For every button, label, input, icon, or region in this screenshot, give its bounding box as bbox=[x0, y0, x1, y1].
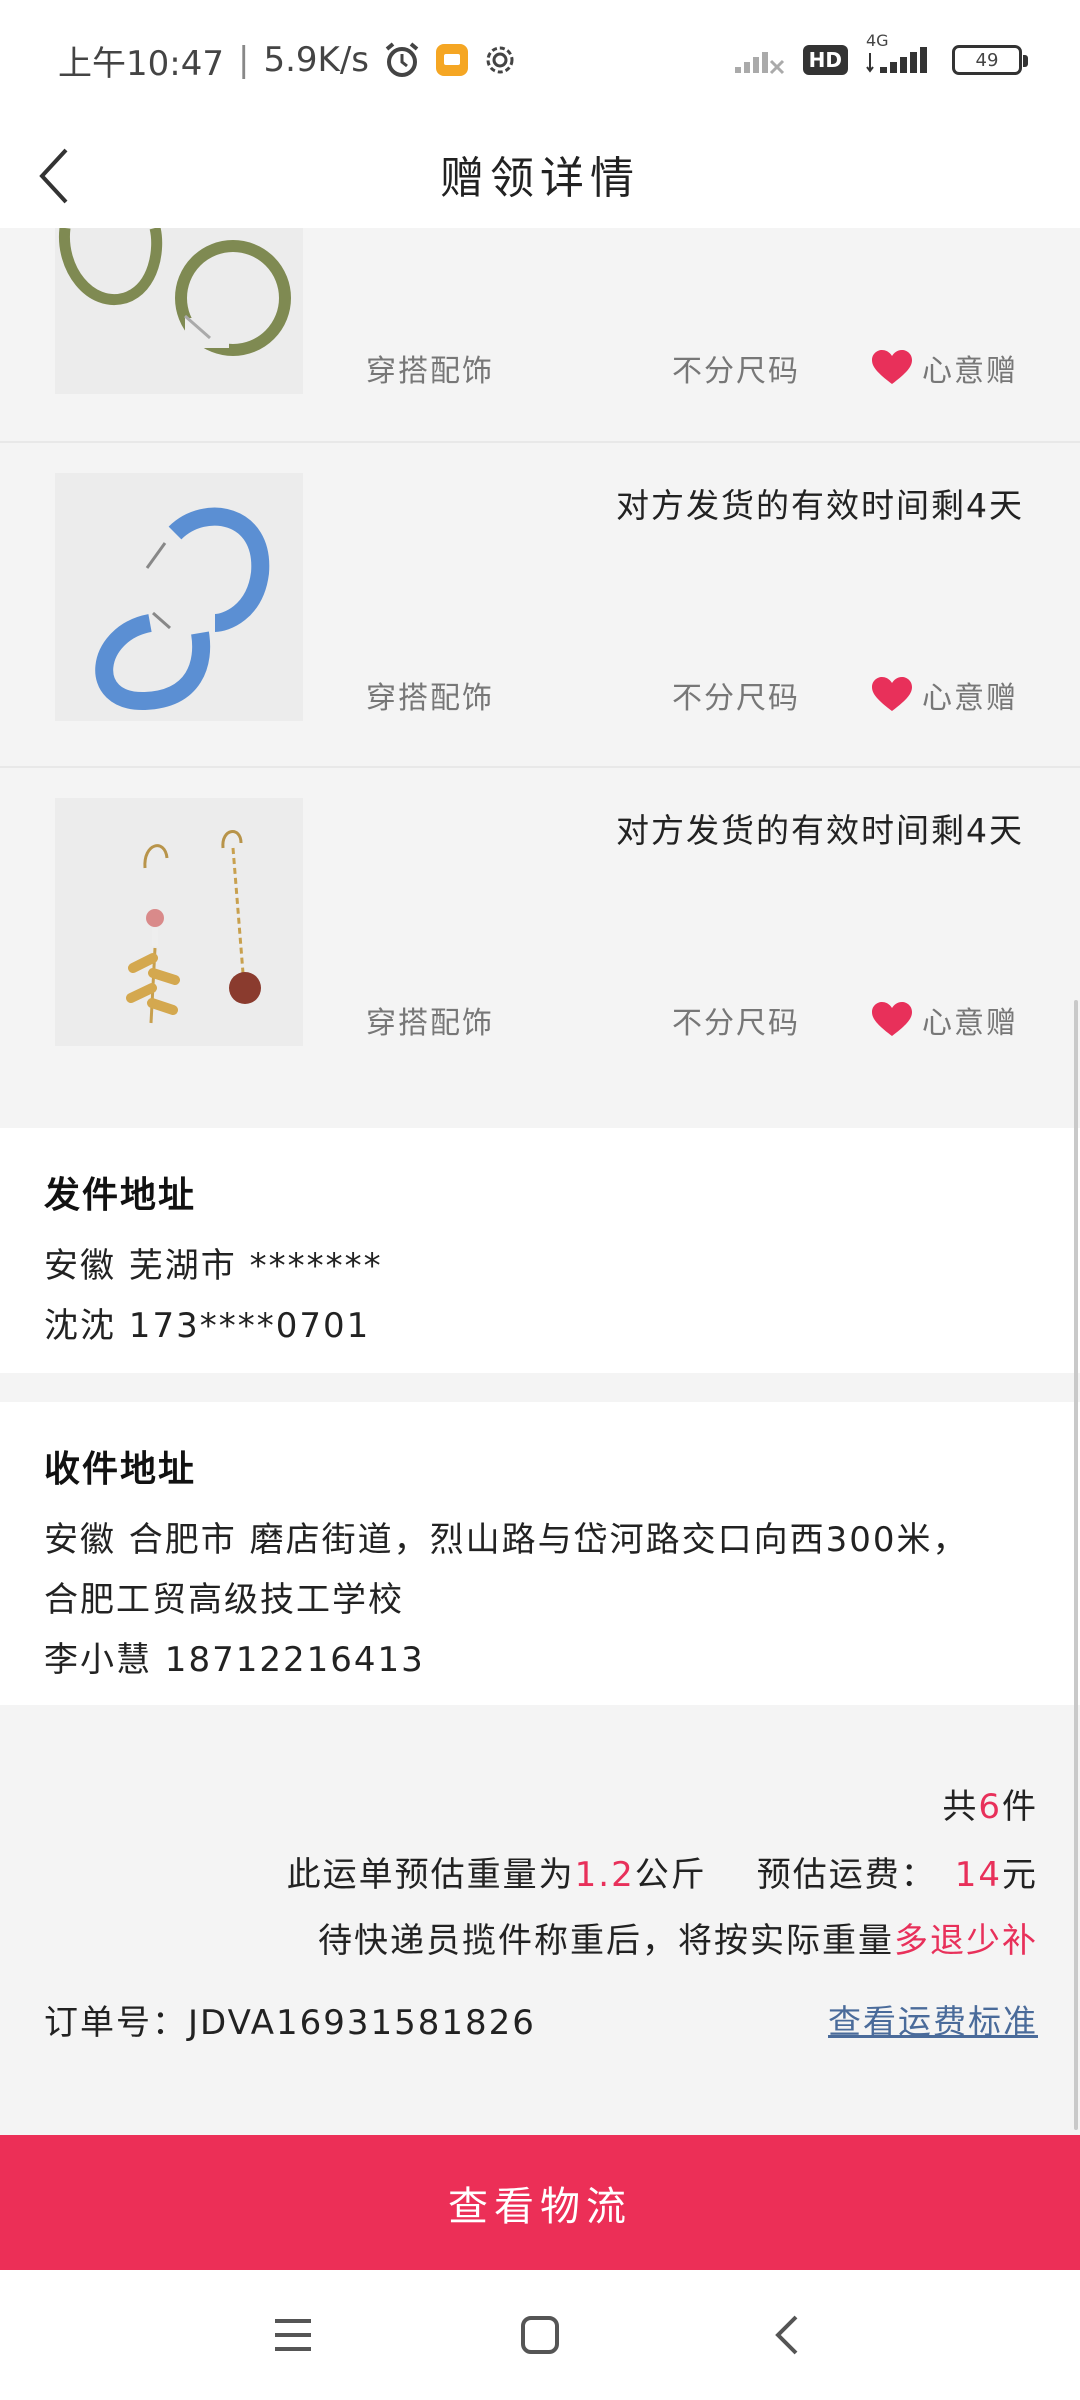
receiver-address-card: 收件地址 安徽 合肥市 磨店街道，烈山路与岱河路交口向西300米， 合肥工贸高级… bbox=[0, 1402, 1080, 1705]
hd-badge: HD bbox=[802, 45, 848, 75]
item-gift-type: 心意赠 bbox=[872, 998, 1018, 1042]
item-count: 共6件 bbox=[942, 1787, 1038, 1827]
signal-no-sim-icon bbox=[733, 45, 785, 75]
receiver-address-line2: 合肥工贸高级技工学校 bbox=[44, 1580, 404, 1620]
back-nav-button[interactable] bbox=[747, 2295, 827, 2375]
receiver-address-title: 收件地址 bbox=[44, 1449, 197, 1490]
home-nav-button[interactable] bbox=[500, 2295, 580, 2375]
green-hoop-earrings-image bbox=[55, 228, 303, 394]
heart-icon bbox=[872, 1002, 912, 1036]
weight-fee-estimate: 此运单预估重量为1.2公斤 预估运费： 14元 bbox=[286, 1855, 1038, 1895]
fee-standard-link[interactable]: 查看运费标准 bbox=[828, 1995, 1038, 2043]
status-bar: 上午10:47 | 5.9K/s HD 4G 49 bbox=[0, 0, 1080, 120]
fee-value: 14 bbox=[954, 1855, 1002, 1895]
item-gift-type: 心意赠 bbox=[872, 346, 1018, 390]
receiver-address-line1: 安徽 合肥市 磨店街道，烈山路与岱河路交口向西300米， bbox=[44, 1520, 969, 1560]
item-deadline: 对方发货的有效时间剩4天 bbox=[616, 486, 1024, 525]
settings-gear-icon bbox=[483, 43, 517, 77]
gift-item[interactable]: 穿搭配饰 不分尺码 心意赠 bbox=[0, 228, 1080, 443]
item-deadline: 对方发货的有效时间剩4天 bbox=[616, 811, 1024, 850]
page-title: 赠领详情 bbox=[440, 153, 640, 204]
order-number-value: JDVA16931581826 bbox=[188, 2003, 536, 2043]
back-triangle-icon bbox=[774, 2315, 798, 2355]
chevron-left-icon bbox=[39, 148, 68, 204]
menu-icon bbox=[275, 2319, 312, 2351]
system-nav-bar bbox=[0, 2270, 1080, 2400]
sender-address: 安徽 芜湖市 ******* bbox=[44, 1246, 383, 1286]
home-square-icon bbox=[520, 2316, 559, 2354]
item-size: 不分尺码 bbox=[672, 1006, 800, 1041]
receiver-contact: 李小慧 18712216413 bbox=[44, 1640, 425, 1680]
item-category: 穿搭配饰 bbox=[366, 681, 494, 716]
alarm-icon bbox=[383, 41, 421, 79]
page-header: 赠领详情 bbox=[0, 120, 1080, 228]
item-photo[interactable] bbox=[55, 473, 303, 721]
battery-icon: 49 bbox=[952, 45, 1028, 75]
item-category: 穿搭配饰 bbox=[366, 1006, 494, 1041]
heart-icon bbox=[872, 677, 912, 711]
leaf-bead-drop-earrings-image bbox=[55, 798, 303, 1046]
network-speed: 5.9K/s bbox=[263, 40, 369, 80]
scrollbar[interactable] bbox=[1074, 1000, 1078, 2130]
weight-note: 待快递员揽件称重后，将按实际重量多退少补 bbox=[318, 1921, 1038, 1961]
blue-hoop-earrings-image bbox=[55, 473, 303, 721]
gift-item[interactable]: 对方发货的有效时间剩4天 穿搭配饰 不分尺码 心意赠 bbox=[0, 443, 1080, 768]
weight-value: 1.2 bbox=[574, 1855, 635, 1895]
item-count-value: 6 bbox=[978, 1787, 1002, 1827]
item-size: 不分尺码 bbox=[672, 681, 800, 716]
signal-4g-icon: 4G bbox=[866, 31, 934, 75]
menu-nav-button[interactable] bbox=[253, 2295, 333, 2375]
item-photo[interactable] bbox=[55, 798, 303, 1046]
sender-contact: 沈沈 173****0701 bbox=[44, 1306, 371, 1346]
back-button[interactable] bbox=[22, 144, 86, 208]
gift-item[interactable]: 对方发货的有效时间剩4天 穿搭配饰 不分尺码 心意赠 bbox=[0, 768, 1080, 1128]
sender-address-card: 发件地址 安徽 芜湖市 ******* 沈沈 173****0701 bbox=[0, 1128, 1080, 1373]
heart-icon bbox=[872, 350, 912, 384]
order-number: 订单号：JDVA16931581826 bbox=[44, 2003, 536, 2043]
item-category: 穿搭配饰 bbox=[366, 354, 494, 389]
status-time: 上午10:47 bbox=[58, 43, 224, 84]
item-size: 不分尺码 bbox=[672, 354, 800, 389]
sender-address-title: 发件地址 bbox=[44, 1175, 197, 1216]
view-logistics-button[interactable]: 查看物流 bbox=[0, 2135, 1080, 2270]
shipping-summary: 共6件 此运单预估重量为1.2公斤 预估运费： 14元 待快递员揽件称重后，将按实际… bbox=[0, 1705, 1080, 2135]
message-notification-icon bbox=[435, 43, 469, 77]
item-photo[interactable] bbox=[55, 228, 303, 394]
item-gift-type: 心意赠 bbox=[872, 673, 1018, 717]
